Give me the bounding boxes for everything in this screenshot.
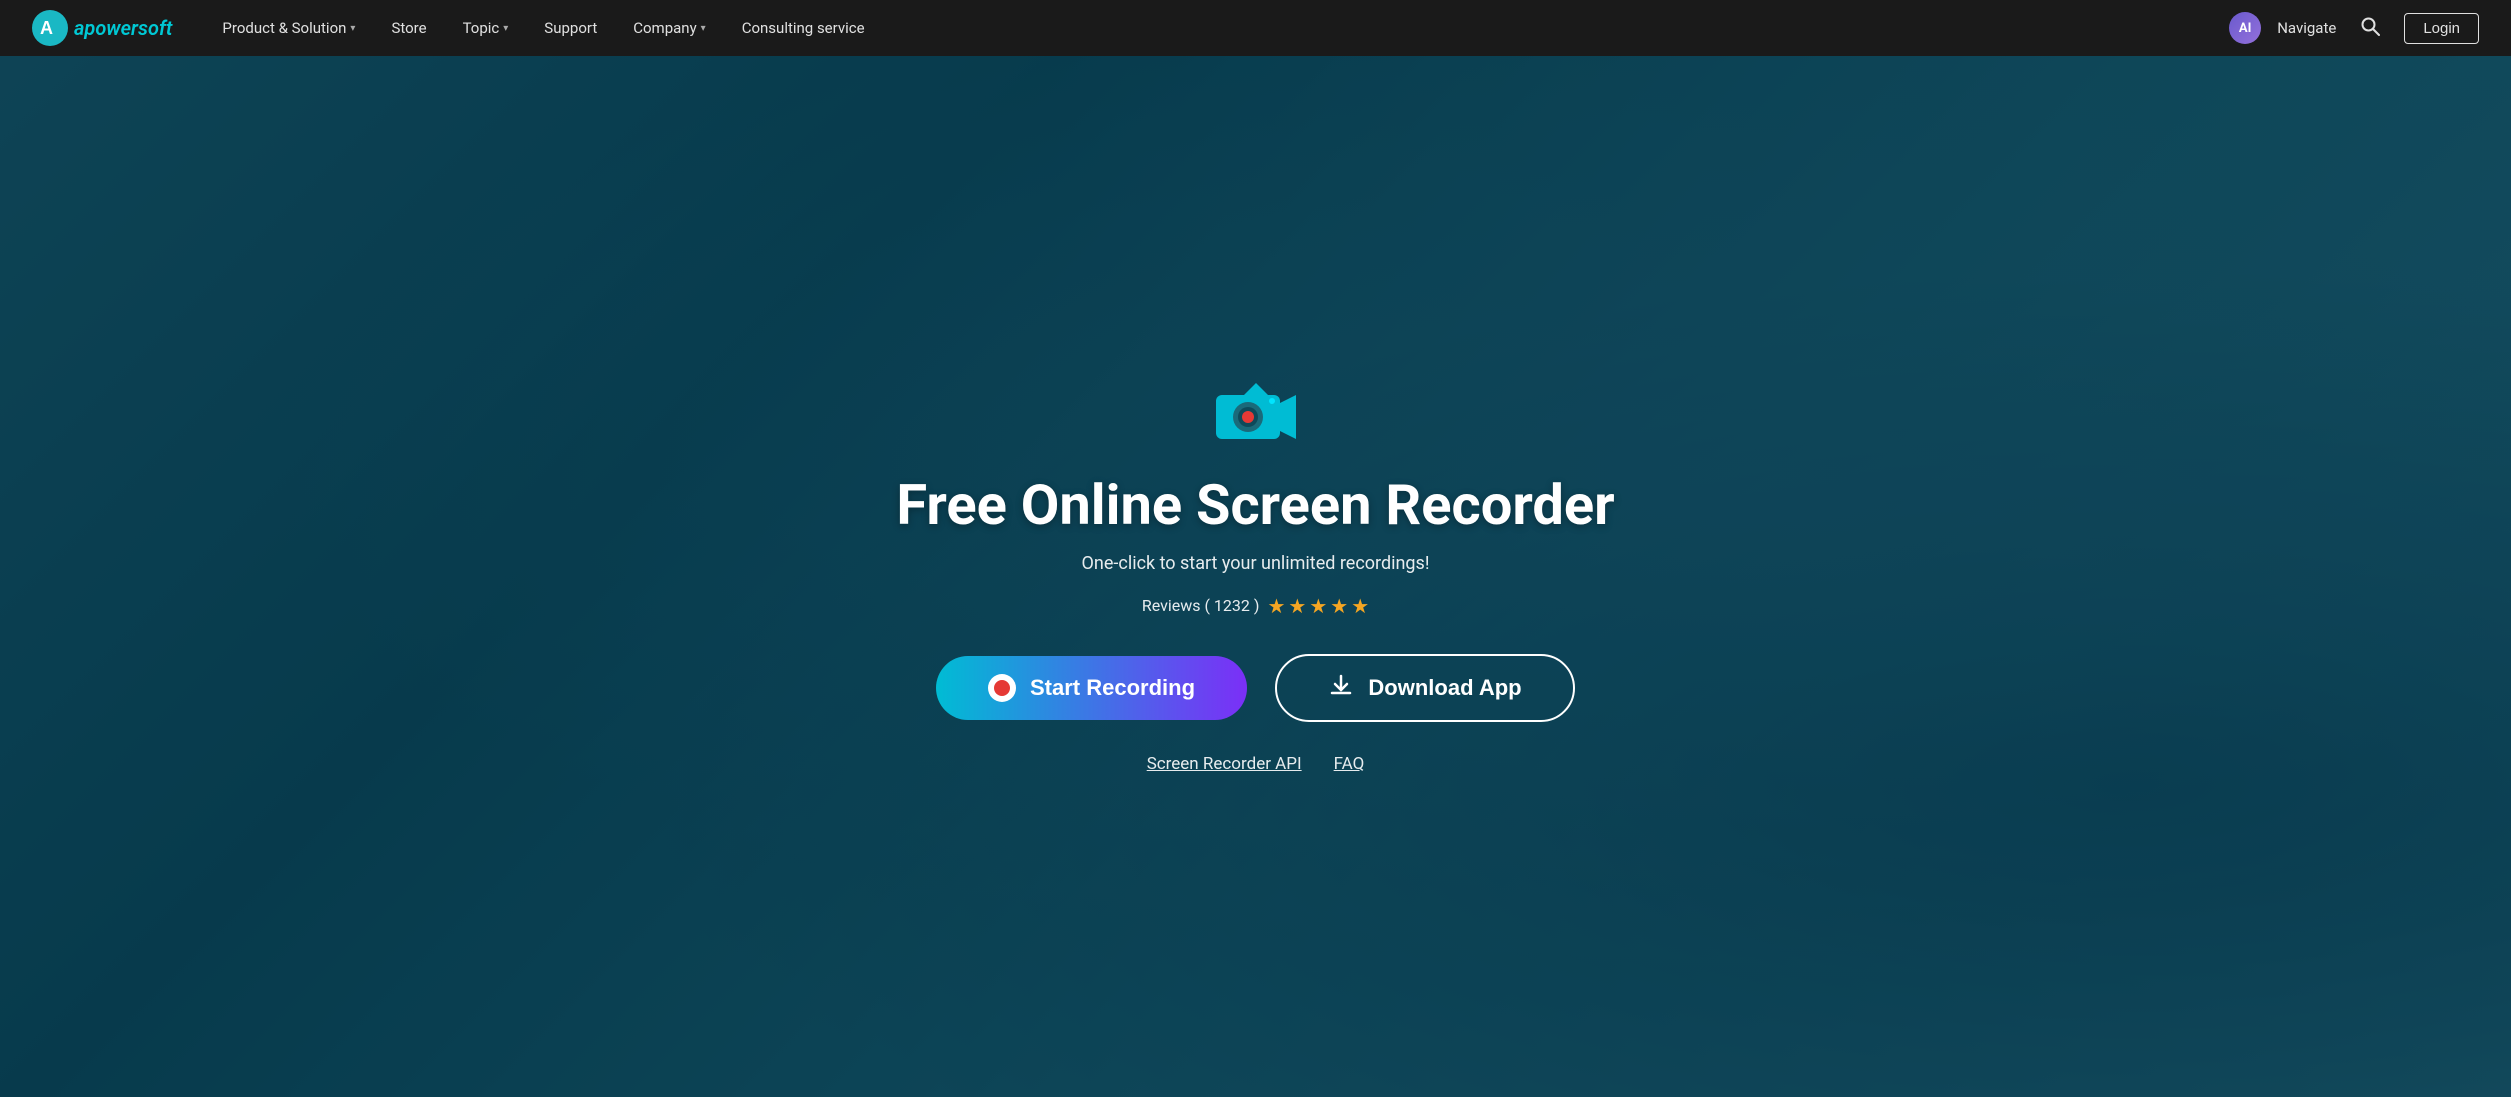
hero-section: Free Online Screen Recorder One-click to… [0,56,2511,1097]
links-row: Screen Recorder API FAQ [896,754,1614,774]
logo[interactable]: A apowersoft [32,10,172,46]
download-icon [1328,672,1354,704]
hero-content: Free Online Screen Recorder One-click to… [872,379,1638,774]
start-recording-label: Start Recording [1030,675,1195,701]
faq-link[interactable]: FAQ [1334,754,1365,774]
navbar: A apowersoft Product & Solution ▾ Store … [0,0,2511,56]
download-app-button[interactable]: Download App [1275,654,1575,722]
star-5: ★ [1351,594,1369,618]
hero-icon-row [896,379,1614,451]
nav-item-consulting[interactable]: Consulting service [724,0,883,56]
record-dot-icon [988,674,1016,702]
search-icon[interactable] [2352,12,2388,45]
camera-icon [1212,379,1300,451]
svg-text:A: A [40,18,53,38]
screen-recorder-api-link[interactable]: Screen Recorder API [1147,754,1302,774]
stars: ★ ★ ★ ★ ★ [1267,594,1369,618]
start-recording-button[interactable]: Start Recording [936,656,1247,720]
hero-subtitle: One-click to start your unlimited record… [896,553,1614,574]
chevron-down-icon: ▾ [701,23,706,34]
download-app-label: Download App [1368,675,1521,701]
reviews-label: Reviews ( 1232 ) [1142,596,1260,615]
buttons-row: Start Recording Download App [896,654,1614,722]
navigate-label[interactable]: Navigate [2277,19,2336,37]
star-4: ★ [1330,594,1348,618]
nav-item-topic[interactable]: Topic ▾ [445,0,527,56]
star-3: ★ [1309,594,1327,618]
nav-item-store[interactable]: Store [373,0,444,56]
login-button[interactable]: Login [2404,13,2479,44]
chevron-down-icon: ▾ [350,23,355,34]
nav-item-support[interactable]: Support [526,0,615,56]
logo-text: apowersoft [74,16,172,40]
nav-right: AI Navigate Login [2229,12,2479,45]
ai-avatar[interactable]: AI [2229,12,2261,44]
nav-item-company[interactable]: Company ▾ [615,0,723,56]
chevron-down-icon: ▾ [503,23,508,34]
star-1: ★ [1267,594,1285,618]
nav-item-product[interactable]: Product & Solution ▾ [204,0,373,56]
nav-items: Product & Solution ▾ Store Topic ▾ Suppo… [204,0,1216,56]
reviews-row: Reviews ( 1232 ) ★ ★ ★ ★ ★ [896,594,1614,618]
hero-title: Free Online Screen Recorder [896,475,1614,537]
star-2: ★ [1288,594,1306,618]
